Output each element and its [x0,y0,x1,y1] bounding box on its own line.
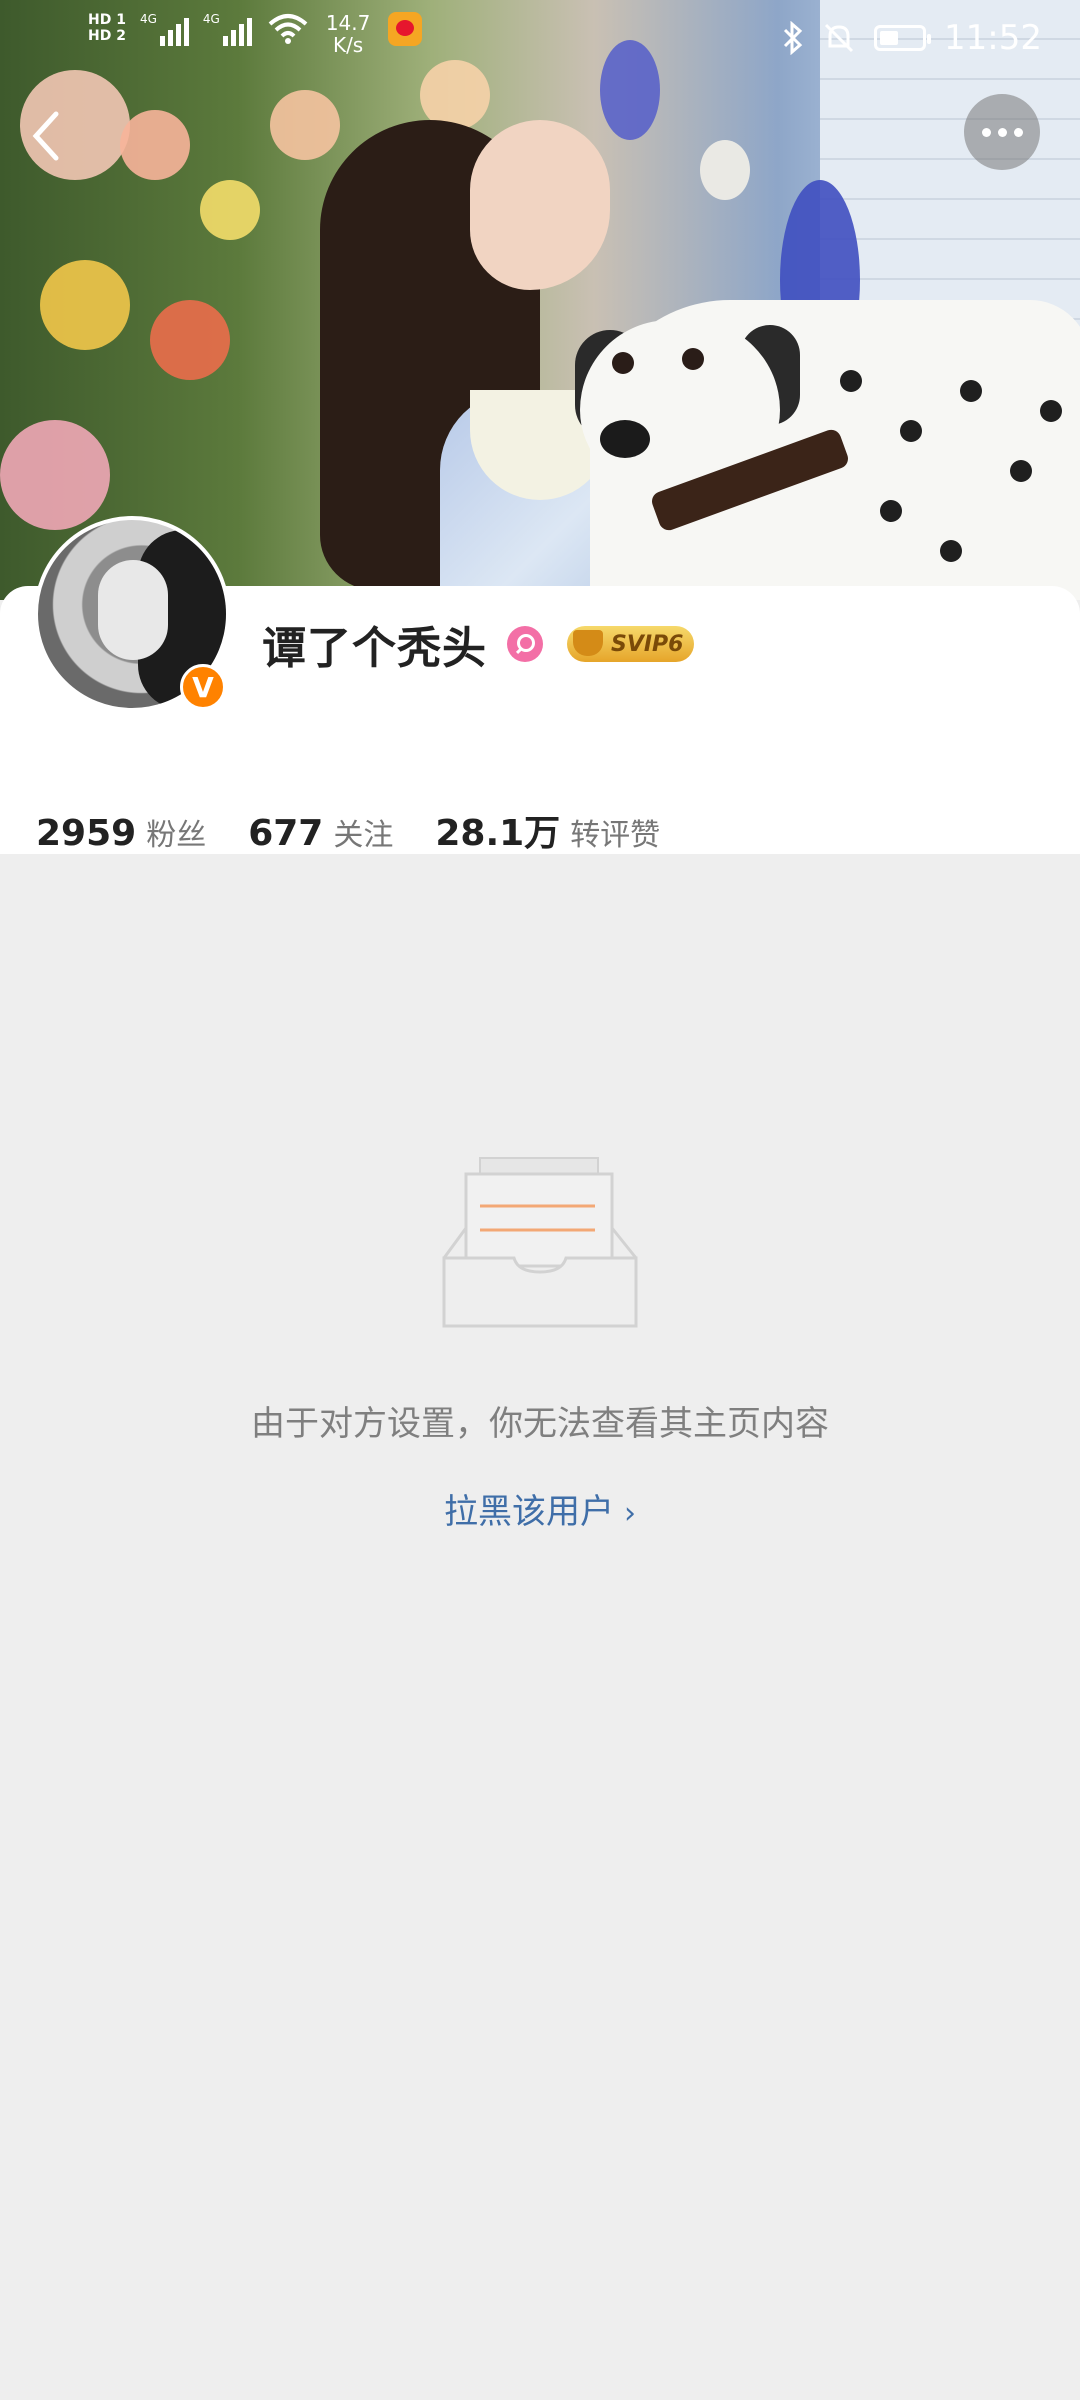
signal-icon: 4G [140,12,189,46]
network-speed: 14.7 K/s [325,11,371,57]
restricted-message: 由于对方设置，你无法查看其主页内容 [251,1404,829,1444]
wifi-icon [268,14,308,44]
profile-stats: 2959 粉丝 677 关注 28.1万 转评赞 [36,804,702,856]
clock: 11:52 [944,18,1042,58]
block-user-link[interactable]: 拉黑该用户 › [0,1484,1080,1533]
more-dots-icon [981,127,991,137]
battery-icon [874,25,932,51]
super-topic-icon[interactable] [507,626,543,662]
chevron-left-icon [32,111,59,161]
cover-image [0,0,1080,600]
weibo-notification-icon [388,12,423,46]
signal-icon-2: 4G [203,12,252,46]
profile-name-row: 谭了个秃头 SVIP6 [262,612,694,676]
crown-icon [573,630,603,656]
profile-name: 谭了个秃头 [262,623,487,674]
sim-indicator: HD 1 HD 2 [88,12,126,44]
stat-followers[interactable]: 2959 粉丝 [36,810,206,854]
stat-following[interactable]: 677 关注 [248,810,393,854]
verified-badge: V [180,664,226,710]
back-button[interactable] [26,106,76,166]
status-bar: HD 1 HD 2 4G 4G 14.7 K/s 11:52 [0,0,1080,80]
svip-badge[interactable]: SVIP6 [567,626,694,662]
more-options-button[interactable] [964,94,1040,170]
mute-bell-icon [824,23,854,53]
bluetooth-icon [783,21,803,55]
stat-interactions[interactable]: 28.1万 转评赞 [435,804,660,856]
empty-inbox-icon [442,1157,638,1328]
chevron-right-icon: › [624,1496,636,1531]
